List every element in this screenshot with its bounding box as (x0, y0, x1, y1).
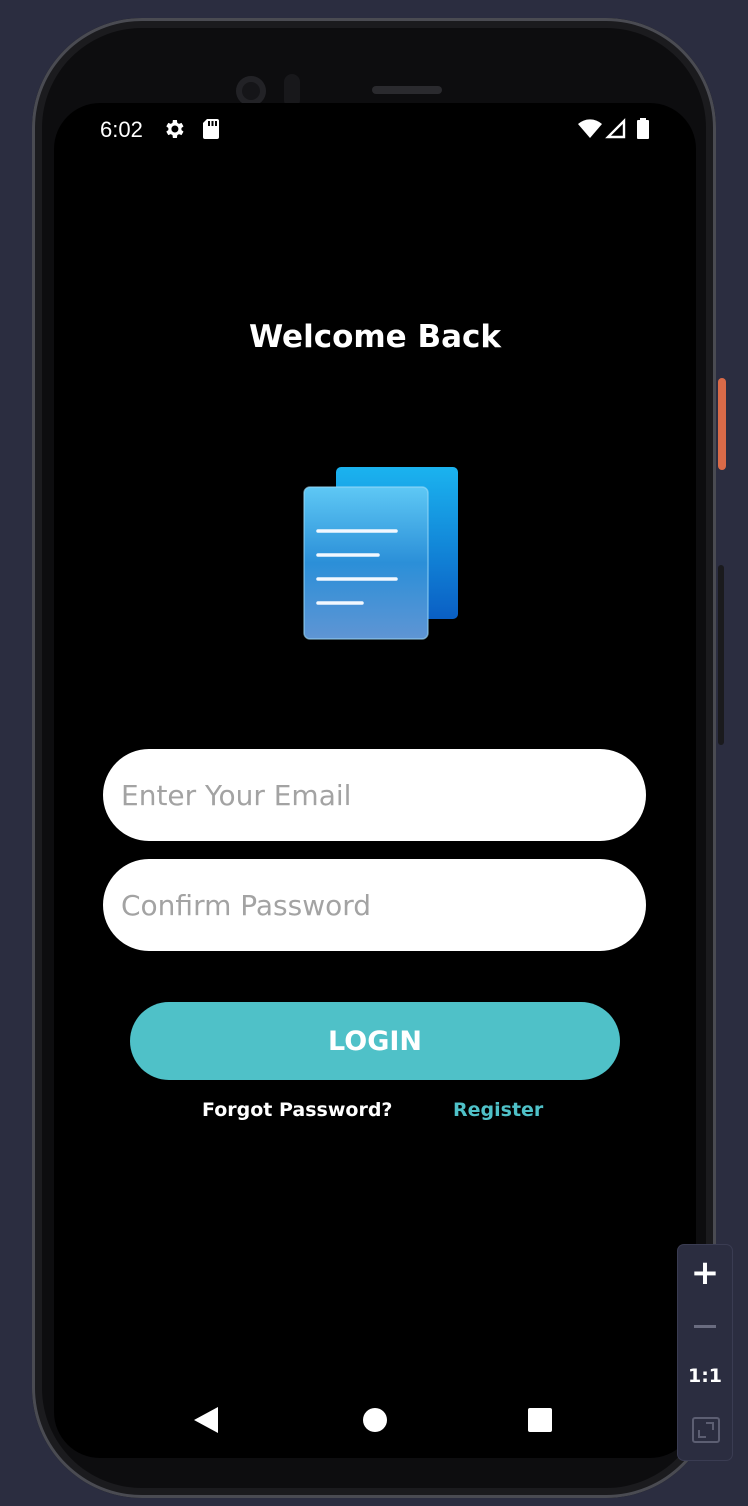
password-placeholder: Confirm Password (121, 888, 372, 922)
email-field[interactable]: Enter Your Email (103, 749, 646, 841)
back-icon[interactable] (194, 1407, 218, 1433)
zoom-out-button[interactable] (694, 1325, 716, 1328)
home-icon[interactable] (363, 1408, 387, 1432)
front-camera (236, 76, 266, 106)
earpiece-speaker (372, 86, 442, 94)
phone-screen: 6:02 Welcome Back Enter Your Email Confi… (54, 103, 696, 1458)
password-field[interactable]: Confirm Password (103, 859, 646, 951)
power-button[interactable] (718, 378, 726, 470)
email-placeholder: Enter Your Email (121, 778, 352, 812)
wifi-icon (578, 119, 602, 138)
cell-signal-icon (605, 118, 626, 139)
recents-icon[interactable] (528, 1408, 552, 1432)
battery-icon (637, 118, 649, 139)
documents-icon (303, 467, 458, 640)
status-time: 6:02 (100, 117, 143, 142)
page-title: Welcome Back (248, 319, 502, 355)
zoom-in-button[interactable]: + (678, 1253, 732, 1293)
zoom-controls: + 1:1 (678, 1245, 732, 1460)
fit-screen-icon[interactable] (692, 1417, 720, 1443)
forgot-password-link[interactable]: Forgot Password? (202, 1099, 392, 1121)
volume-rocker[interactable] (718, 565, 724, 745)
register-link[interactable]: Register (453, 1099, 543, 1121)
login-button[interactable]: LOGIN (130, 1002, 620, 1080)
zoom-ratio-button[interactable]: 1:1 (678, 1365, 732, 1387)
status-bar: 6:02 (54, 103, 696, 157)
sd-card-icon (203, 119, 219, 139)
settings-gear-icon (166, 120, 184, 138)
navigation-bar (54, 1391, 696, 1449)
